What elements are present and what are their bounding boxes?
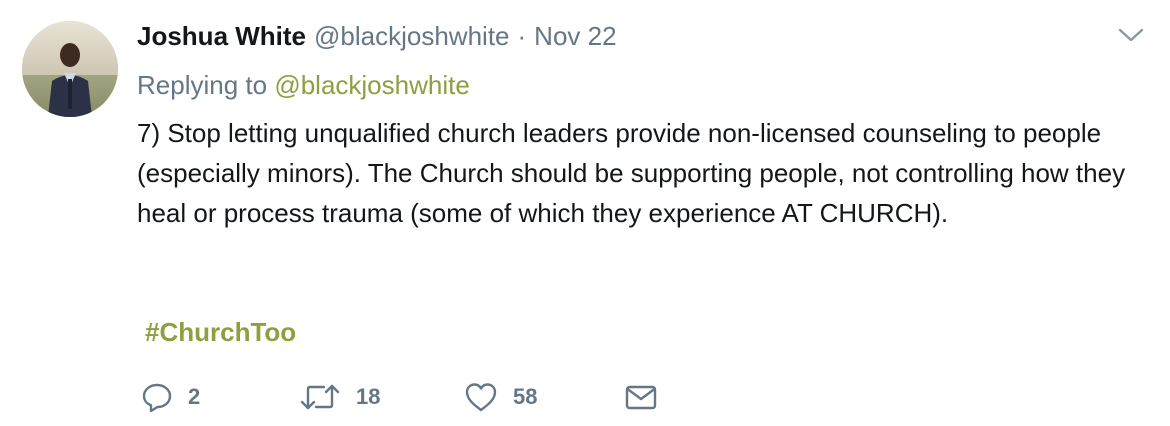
reply-mention-link[interactable]: @blackjoshwhite	[274, 70, 469, 100]
hashtag-link[interactable]: #ChurchToo	[145, 313, 296, 351]
like-button[interactable]: 58	[463, 375, 537, 419]
retweet-button[interactable]: 18	[298, 375, 380, 419]
reply-icon	[142, 383, 172, 413]
tweet-header: Joshua White @blackjoshwhite · Nov 22	[137, 18, 617, 54]
chevron-down-icon[interactable]	[1116, 24, 1146, 46]
tweet-date[interactable]: Nov 22	[534, 18, 616, 54]
heart-icon	[465, 383, 497, 412]
author-handle[interactable]: @blackjoshwhite	[314, 18, 509, 54]
tweet: Joshua White @blackjoshwhite · Nov 22 Re…	[0, 0, 1170, 426]
author-name[interactable]: Joshua White	[137, 18, 306, 54]
header-separator: ·	[517, 21, 527, 51]
tweet-text: 7) Stop letting unqualified church leade…	[137, 118, 1126, 228]
direct-message-button[interactable]	[624, 375, 658, 419]
envelope-icon	[625, 385, 657, 410]
reply-prefix: Replying to	[137, 70, 268, 100]
reply-count: 2	[188, 384, 201, 409]
avatar[interactable]	[22, 21, 118, 117]
replying-to: Replying to @blackjoshwhite	[137, 67, 470, 103]
like-count: 58	[513, 384, 538, 409]
reply-button[interactable]: 2	[140, 375, 200, 419]
retweet-count: 18	[356, 384, 381, 409]
retweet-icon	[300, 384, 340, 410]
